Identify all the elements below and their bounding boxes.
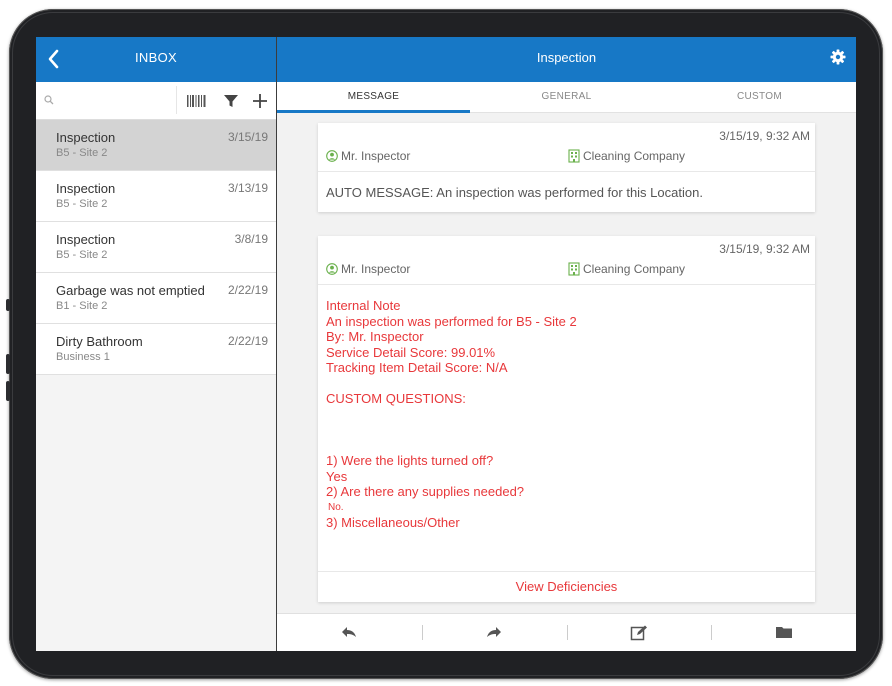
view-deficiencies-link[interactable]: View Deficiencies: [318, 571, 815, 602]
message-sender: Mr. Inspector: [326, 262, 410, 276]
building-icon: [568, 149, 580, 163]
filter-icon[interactable]: [220, 91, 242, 111]
camera-dot: [6, 299, 10, 311]
sender-name: Mr. Inspector: [341, 262, 411, 276]
folder-icon: [775, 627, 792, 638]
person-icon: [326, 150, 338, 162]
organization-name: Cleaning Company: [583, 262, 686, 276]
person-icon: [326, 263, 338, 275]
message-sender: Mr. Inspector: [326, 149, 410, 163]
tab-custom[interactable]: CUSTOM: [663, 82, 856, 112]
item-subtitle: B5 - Site 2: [56, 249, 108, 261]
app-screen: INBOX Inspection B5 - Site 2 3/15/19 Ins…: [36, 37, 856, 651]
note-line: 3) Miscellaneous/Other: [326, 515, 460, 530]
note-line: An inspection was performed for B5 - Sit…: [326, 313, 577, 329]
list-item[interactable]: Inspection B5 - Site 2 3/15/19: [36, 120, 276, 171]
item-subtitle: B5 - Site 2: [56, 147, 108, 159]
item-date: 3/13/19: [227, 181, 268, 195]
item-subtitle: Business 1: [56, 351, 110, 363]
tab-message[interactable]: MESSAGE: [277, 82, 470, 113]
list-item[interactable]: Dirty Bathroom Business 1 2/22/19: [36, 324, 276, 375]
inbox-toolbar: [36, 82, 276, 120]
list-item[interactable]: Garbage was not emptied B1 - Site 2 2/22…: [36, 273, 276, 324]
item-title: Inspection: [56, 232, 116, 247]
barcode-icon[interactable]: [186, 91, 208, 111]
organization-name: Cleaning Company: [583, 149, 686, 163]
detail-tabs: MESSAGE GENERAL CUSTOM: [277, 82, 856, 113]
item-date: 3/8/19: [234, 232, 268, 246]
volume-button: [6, 381, 10, 401]
gear-icon[interactable]: [830, 49, 846, 65]
forward-icon: [487, 627, 502, 637]
note-line: Service Detail Score: 99.01%: [326, 344, 496, 360]
item-date: 2/22/19: [227, 283, 268, 297]
note-line: 1) Were the lights turned off?: [326, 453, 494, 468]
reply-icon: [342, 627, 357, 637]
item-date: 3/15/19: [227, 130, 268, 144]
item-title: Dirty Bathroom: [56, 334, 143, 349]
inbox-header: INBOX: [36, 37, 276, 82]
list-item[interactable]: Inspection B5 - Site 2 3/13/19: [36, 171, 276, 222]
card-divider: [318, 171, 815, 172]
note-line: No.: [328, 501, 344, 513]
note-line: Internal Note: [326, 298, 401, 313]
message-timestamp: 3/15/19, 9:32 AM: [719, 242, 810, 256]
list-item[interactable]: Inspection B5 - Site 2 3/8/19: [36, 222, 276, 273]
folder-button[interactable]: [711, 614, 856, 651]
note-line: Yes: [326, 468, 348, 484]
detail-title: Inspection: [536, 50, 597, 65]
search-box[interactable]: [36, 86, 177, 114]
item-title: Garbage was not emptied: [56, 283, 205, 298]
inbox-list: Inspection B5 - Site 2 3/15/19 Inspectio…: [36, 120, 276, 375]
inbox-pane: INBOX Inspection B5 - Site 2 3/15/19 Ins…: [36, 37, 277, 651]
tab-general[interactable]: GENERAL: [470, 82, 663, 112]
sender-name: Mr. Inspector: [341, 149, 411, 163]
message-thread: 3/15/19, 9:32 AM Mr. Inspector Cleaning …: [277, 113, 856, 613]
compose-button[interactable]: [566, 614, 712, 651]
item-title: Inspection: [56, 130, 116, 145]
detail-header: Inspection: [277, 37, 856, 82]
forward-button[interactable]: [421, 614, 567, 651]
edit-icon: [630, 625, 647, 641]
inbox-title: INBOX: [135, 50, 177, 65]
reply-button[interactable]: [277, 614, 422, 651]
building-icon: [568, 262, 580, 276]
detail-pane: Inspection MESSAGE GENERAL CUSTOM 3/15/1…: [277, 37, 856, 651]
plus-icon[interactable]: [249, 91, 271, 111]
card-divider: [318, 284, 815, 285]
search-input[interactable]: [56, 91, 175, 111]
message-organization: Cleaning Company: [568, 262, 685, 276]
note-line: Tracking Item Detail Score: N/A: [326, 360, 508, 375]
message-timestamp: 3/15/19, 9:32 AM: [719, 129, 810, 143]
item-date: 2/22/19: [227, 334, 268, 348]
volume-button: [6, 354, 10, 374]
note-line: CUSTOM QUESTIONS:: [326, 391, 466, 406]
item-title: Inspection: [56, 181, 116, 196]
note-line: 2) Are there any supplies needed?: [326, 484, 525, 499]
item-subtitle: B5 - Site 2: [56, 198, 108, 210]
action-bar: [277, 613, 856, 651]
item-subtitle: B1 - Site 2: [56, 300, 108, 312]
message-organization: Cleaning Company: [568, 149, 685, 163]
message-card: 3/15/19, 9:32 AM Mr. Inspector Cleaning …: [318, 123, 815, 212]
search-icon: [44, 95, 54, 105]
message-body: AUTO MESSAGE: An inspection was performe…: [326, 185, 703, 200]
note-line: By: Mr. Inspector: [326, 329, 424, 344]
message-card: 3/15/19, 9:32 AM Mr. Inspector Cleaning …: [318, 236, 815, 602]
message-body: Internal Note An inspection was performe…: [326, 298, 577, 531]
